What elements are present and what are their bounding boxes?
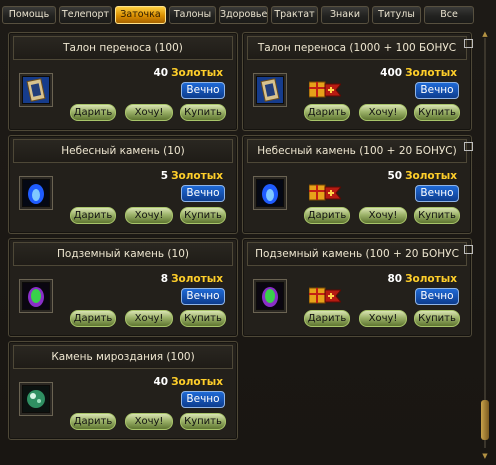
price-amount: 40 bbox=[153, 376, 169, 388]
buy-button[interactable]: Купить bbox=[414, 207, 460, 224]
tab-titles[interactable]: Титулы bbox=[372, 6, 421, 24]
want-button[interactable]: Хочу! bbox=[125, 104, 173, 121]
item-title: Небесный камень (100 + 20 БОНУС) bbox=[247, 139, 467, 163]
item-icon-slot[interactable] bbox=[19, 279, 53, 313]
want-button[interactable]: Хочу! bbox=[125, 207, 173, 224]
item-title: Небесный камень (10) bbox=[13, 139, 233, 163]
duration-badge: Вечно bbox=[181, 391, 225, 408]
gift-button[interactable]: Дарить bbox=[304, 207, 350, 224]
duration-badge: Вечно bbox=[415, 288, 459, 305]
price-currency: Золотых bbox=[171, 273, 223, 285]
buy-button[interactable]: Купить bbox=[180, 104, 226, 121]
underground-stone-icon bbox=[23, 283, 49, 309]
item-icon-slot[interactable] bbox=[253, 176, 287, 210]
heavenly-stone-icon bbox=[257, 180, 283, 206]
bonus-gift-icon bbox=[309, 81, 341, 98]
shop-item-card: Небесный камень (100 + 20 БОНУС) 50 Золот… bbox=[242, 135, 473, 234]
bonus-gift-icon bbox=[309, 287, 341, 304]
item-title: Камень мироздания (100) bbox=[13, 345, 233, 369]
duration-badge: Вечно bbox=[181, 288, 225, 305]
item-checkbox[interactable] bbox=[464, 142, 473, 151]
item-price: 5 Золотых bbox=[161, 170, 223, 182]
creation-stone-icon bbox=[23, 386, 49, 412]
item-price: 8 Золотых bbox=[161, 273, 223, 285]
scroll-track[interactable] bbox=[484, 38, 486, 448]
price-currency: Золотых bbox=[405, 273, 457, 285]
tab-treatise[interactable]: Трактат bbox=[271, 6, 318, 24]
gift-button[interactable]: Дарить bbox=[70, 207, 116, 224]
item-title: Талон переноса (100) bbox=[13, 36, 233, 60]
tab-teleport[interactable]: Телепорт bbox=[59, 6, 112, 24]
want-button[interactable]: Хочу! bbox=[359, 207, 407, 224]
shop-item-card: Камень мироздания (100) 40 Золотых Вечно … bbox=[8, 341, 238, 440]
duration-badge: Вечно bbox=[181, 185, 225, 202]
item-checkbox[interactable] bbox=[464, 39, 473, 48]
tab-coupons[interactable]: Талоны bbox=[169, 6, 216, 24]
price-currency: Золотых bbox=[171, 170, 223, 182]
transfer-ticket-icon bbox=[257, 77, 283, 103]
item-title: Подземный камень (10) bbox=[13, 242, 233, 266]
want-button[interactable]: Хочу! bbox=[125, 413, 173, 430]
tab-health[interactable]: Здоровье bbox=[219, 6, 268, 24]
buy-button[interactable]: Купить bbox=[180, 207, 226, 224]
scroll-thumb[interactable] bbox=[481, 400, 489, 440]
item-icon-slot[interactable] bbox=[253, 73, 287, 107]
price-currency: Золотых bbox=[171, 67, 223, 79]
price-currency: Золотых bbox=[405, 67, 457, 79]
shop-item-card: Талон переноса (100) 40 Золотых Вечно Дар… bbox=[8, 32, 238, 131]
gift-button[interactable]: Дарить bbox=[304, 310, 350, 327]
tab-help[interactable]: Помощь bbox=[2, 6, 56, 24]
scrollbar[interactable]: ▲ ▼ bbox=[478, 30, 492, 463]
price-amount: 80 bbox=[387, 273, 403, 285]
price-amount: 400 bbox=[380, 67, 403, 79]
gift-button[interactable]: Дарить bbox=[70, 310, 116, 327]
shop-window: Помощь Телепорт Заточка Талоны Здоровье … bbox=[0, 0, 496, 465]
item-price: 40 Золотых bbox=[153, 67, 223, 79]
item-price: 80 Золотых bbox=[387, 273, 457, 285]
item-icon-slot[interactable] bbox=[19, 382, 53, 416]
item-title: Талон переноса (1000 + 100 БОНУС bbox=[247, 36, 467, 60]
transfer-ticket-icon bbox=[23, 77, 49, 103]
price-amount: 40 bbox=[153, 67, 169, 79]
scroll-up-icon[interactable]: ▲ bbox=[480, 30, 490, 38]
price-currency: Золотых bbox=[405, 170, 457, 182]
want-button[interactable]: Хочу! bbox=[359, 310, 407, 327]
duration-badge: Вечно bbox=[415, 82, 459, 99]
item-price: 40 Золотых bbox=[153, 376, 223, 388]
heavenly-stone-icon bbox=[23, 180, 49, 206]
buy-button[interactable]: Купить bbox=[414, 310, 460, 327]
gift-button[interactable]: Дарить bbox=[304, 104, 350, 121]
gift-button[interactable]: Дарить bbox=[70, 413, 116, 430]
want-button[interactable]: Хочу! bbox=[359, 104, 407, 121]
tab-all[interactable]: Все bbox=[424, 6, 474, 24]
shop-item-card: Подземный камень (100 + 20 БОНУС 80 Золот… bbox=[242, 238, 473, 337]
scroll-down-icon[interactable]: ▼ bbox=[480, 452, 490, 460]
want-button[interactable]: Хочу! bbox=[125, 310, 173, 327]
price-amount: 8 bbox=[160, 273, 169, 285]
shop-item-card: Подземный камень (10) 8 Золотых Вечно Дар… bbox=[8, 238, 238, 337]
tab-enchant[interactable]: Заточка bbox=[115, 6, 166, 24]
buy-button[interactable]: Купить bbox=[180, 310, 226, 327]
item-checkbox[interactable] bbox=[464, 245, 473, 254]
price-amount: 50 bbox=[387, 170, 403, 182]
gift-button[interactable]: Дарить bbox=[70, 104, 116, 121]
tab-signs[interactable]: Знаки bbox=[321, 6, 369, 24]
buy-button[interactable]: Купить bbox=[180, 413, 226, 430]
buy-button[interactable]: Купить bbox=[414, 104, 460, 121]
item-icon-slot[interactable] bbox=[253, 279, 287, 313]
price-amount: 5 bbox=[160, 170, 169, 182]
item-icon-slot[interactable] bbox=[19, 73, 53, 107]
category-tabs: Помощь Телепорт Заточка Талоны Здоровье … bbox=[2, 6, 474, 24]
duration-badge: Вечно bbox=[415, 185, 459, 202]
item-price: 50 Золотых bbox=[387, 170, 457, 182]
item-title: Подземный камень (100 + 20 БОНУС bbox=[247, 242, 467, 266]
underground-stone-icon bbox=[257, 283, 283, 309]
item-icon-slot[interactable] bbox=[19, 176, 53, 210]
item-price: 400 Золотых bbox=[380, 67, 457, 79]
shop-item-card: Небесный камень (10) 5 Золотых Вечно Дари… bbox=[8, 135, 238, 234]
shop-item-card: Талон переноса (1000 + 100 БОНУС 400 Золо… bbox=[242, 32, 473, 131]
bonus-gift-icon bbox=[309, 184, 341, 201]
price-currency: Золотых bbox=[171, 376, 223, 388]
duration-badge: Вечно bbox=[181, 82, 225, 99]
